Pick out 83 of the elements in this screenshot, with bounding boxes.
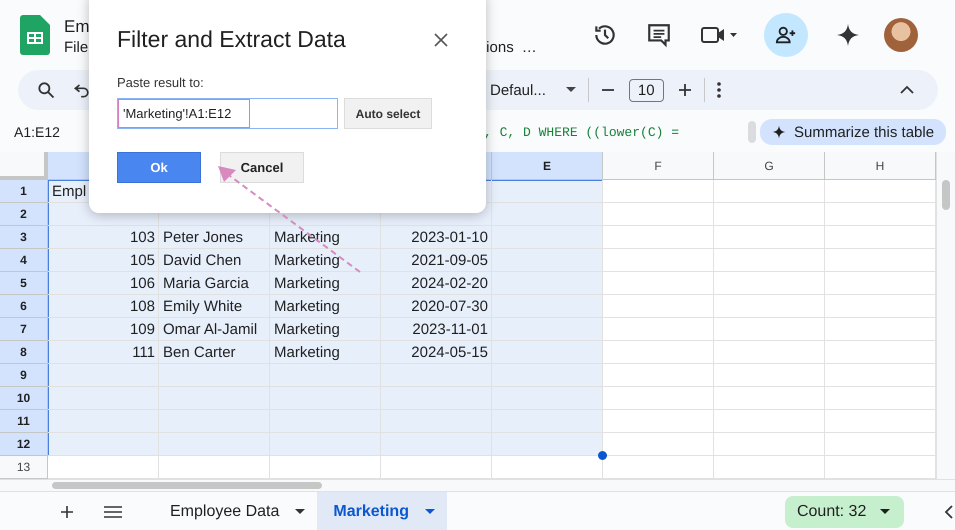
- table-cell-text: 105: [128, 251, 156, 271]
- caret-icon: [295, 509, 306, 515]
- formula-text[interactable]: , C, D WHERE ((lower(C) =: [484, 124, 748, 140]
- avatar[interactable]: [884, 18, 918, 52]
- share-button[interactable]: [764, 13, 808, 57]
- row-header[interactable]: 3: [0, 226, 48, 249]
- sheets-logo-icon[interactable]: [20, 15, 50, 55]
- ok-button[interactable]: Ok: [117, 152, 201, 183]
- table-cell-text: 109: [128, 320, 156, 340]
- table-cell-text: Marketing: [273, 228, 341, 248]
- table-cell-text: Marketing: [273, 251, 341, 271]
- table-cell-text: Marketing: [273, 320, 341, 340]
- table-cell-text: 2023-01-10: [410, 228, 489, 248]
- row-header[interactable]: 6: [0, 295, 48, 318]
- add-sheet-icon[interactable]: [60, 505, 74, 519]
- scrollbar-thumb[interactable]: [748, 121, 756, 143]
- table-cell-text: 108: [128, 297, 156, 317]
- row-header[interactable]: 5: [0, 272, 48, 295]
- font-size-field[interactable]: 10: [628, 78, 664, 102]
- table-cell-text: Peter Jones: [162, 228, 244, 248]
- table-cell-text: 2023-11-01: [411, 320, 489, 340]
- input-field[interactable]: 'Marketing'!A1:E12: [117, 98, 338, 129]
- menu-item[interactable]: File: [64, 38, 88, 56]
- table-cell-text: Marketing: [273, 297, 341, 317]
- fill-handle[interactable]: [598, 451, 607, 460]
- increase-icon[interactable]: [678, 83, 692, 97]
- column-header[interactable]: H: [825, 152, 936, 180]
- table-cell-text: 2024-05-15: [410, 343, 489, 363]
- row-header[interactable]: 13: [0, 456, 48, 479]
- column-header[interactable]: E: [492, 152, 603, 180]
- sheet-tab[interactable]: Employee Data: [154, 492, 318, 530]
- table-cell-text: 111: [131, 343, 156, 363]
- count-button[interactable]: Count: 32: [784, 496, 904, 528]
- column-header[interactable]: F: [603, 152, 714, 180]
- caret-icon: [566, 87, 576, 93]
- caret-icon: [424, 509, 435, 515]
- table-cell-text: David Chen: [162, 251, 242, 271]
- dialog-title: Filter and Extract Data: [117, 26, 346, 53]
- table-cell-text: Empl: [51, 182, 88, 202]
- row-header[interactable]: 11: [0, 410, 48, 433]
- search-icon[interactable]: [36, 80, 56, 100]
- row-header[interactable]: 8: [0, 341, 48, 364]
- caret-icon: [880, 509, 890, 515]
- table-cell-text: Marketing: [273, 274, 341, 294]
- table-cell-text: Emily White: [162, 297, 244, 317]
- row-header[interactable]: 12: [0, 433, 48, 456]
- column-header[interactable]: G: [714, 152, 825, 180]
- table-cell-text: 2024-02-20: [410, 274, 489, 294]
- table-cell-text: Ben Carter: [162, 343, 237, 363]
- table-cell-text: 2021-09-05: [410, 251, 489, 271]
- close-icon[interactable]: [434, 32, 448, 46]
- table-cell-text: Maria Garcia: [162, 274, 250, 294]
- menu-item[interactable]: ions: [486, 38, 514, 56]
- add-person-icon: [775, 24, 797, 46]
- field-label: Paste result to:: [117, 75, 205, 90]
- more-icon[interactable]: [716, 82, 721, 98]
- table-cell-text: 2020-07-30: [410, 297, 489, 317]
- summarize-button[interactable]: Summarize this table: [760, 119, 946, 145]
- more-menu[interactable]: …: [522, 38, 537, 56]
- table-cell-text: Marketing: [273, 343, 341, 363]
- table-cell-text: 103: [128, 228, 156, 248]
- row-header[interactable]: 1: [0, 180, 48, 203]
- document-title[interactable]: Em: [64, 14, 90, 38]
- row-header[interactable]: 9: [0, 364, 48, 387]
- row-header[interactable]: 10: [0, 387, 48, 410]
- auto-select-button[interactable]: Auto select: [344, 98, 432, 129]
- chevron-up-icon[interactable]: [900, 85, 914, 95]
- row-header[interactable]: 2: [0, 203, 48, 226]
- cancel-button[interactable]: Cancel: [220, 152, 304, 183]
- chevron-left-icon[interactable]: [944, 505, 954, 519]
- table-cell-text: 106: [128, 274, 156, 294]
- row-header[interactable]: 4: [0, 249, 48, 272]
- sheet-tab[interactable]: Marketing: [317, 492, 447, 530]
- menu-icon[interactable]: [104, 506, 122, 518]
- font-dropdown[interactable]: Defaul...: [490, 82, 576, 98]
- highlighted-text: 'Marketing'!A1:E12: [118, 99, 250, 128]
- comment-icon[interactable]: [646, 22, 672, 48]
- sparkle-icon: [772, 125, 786, 139]
- scrollbar-thumb[interactable]: [52, 482, 322, 489]
- row-header[interactable]: 7: [0, 318, 48, 341]
- scrollbar-thumb[interactable]: [942, 180, 950, 210]
- sparkle-icon[interactable]: [836, 23, 860, 47]
- table-cell-text: Omar Al-Jamil: [162, 320, 258, 340]
